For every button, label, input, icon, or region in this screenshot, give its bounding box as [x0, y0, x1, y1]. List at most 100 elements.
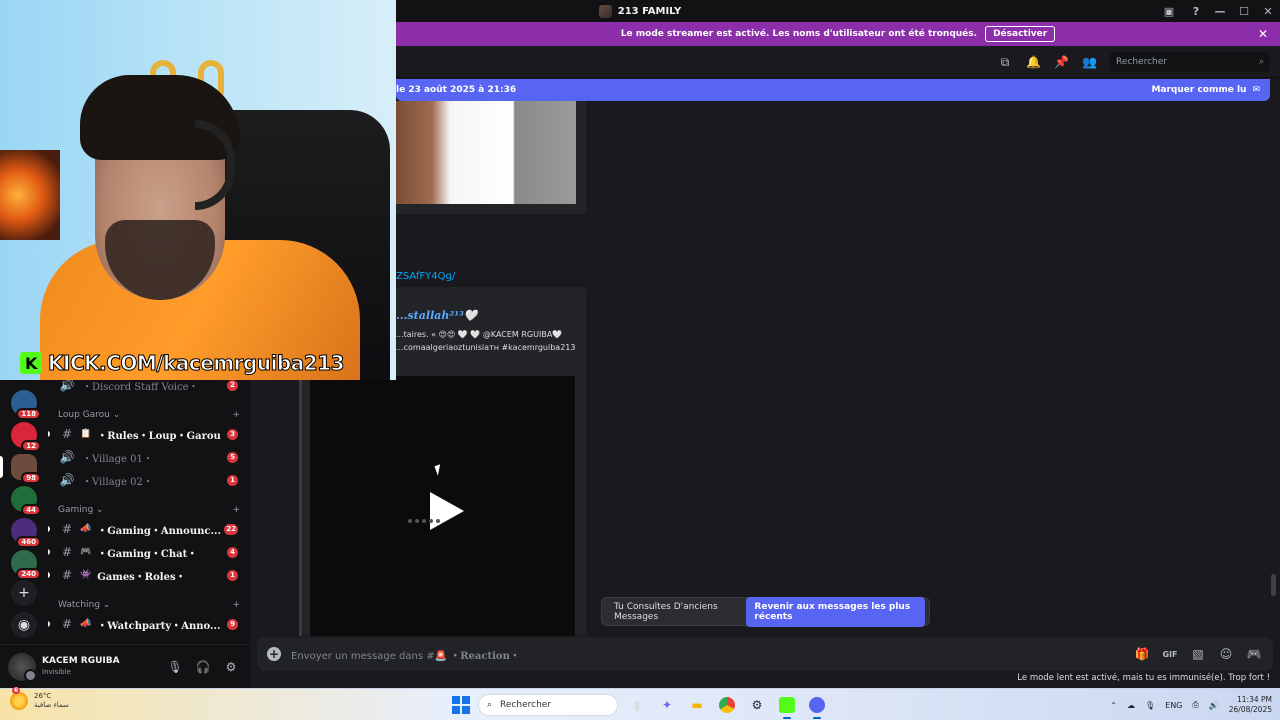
text-channel-icon: # [61, 427, 73, 441]
channel-count: 4 [227, 546, 238, 558]
message-input[interactable]: Envoyer un message dans #🚨 ・Reaction・ [291, 647, 1123, 662]
server-icon-2[interactable]: 12 [11, 422, 41, 452]
close-window-button[interactable]: ✕ [1256, 5, 1280, 18]
weather-widget[interactable]: 6 26°C سماء صافية [10, 687, 69, 710]
activities-icon[interactable]: 🎮 [1245, 647, 1263, 661]
channel-gaming-announcements[interactable]: # 📣 ・Gaming・Announc... 22 [48, 519, 250, 539]
chat-scrollbar[interactable] [1271, 574, 1276, 596]
pinned-messages-icon[interactable]: 📌 [1054, 55, 1069, 69]
category-loup-garou[interactable]: Loup Garou ⌄ + [58, 410, 248, 420]
add-channel-icon[interactable]: + [232, 600, 240, 610]
channel-games-roles[interactable]: # 👾 Games・Roles・ 1 [48, 565, 250, 585]
discord-app-icon[interactable] [806, 694, 828, 719]
attached-image[interactable] [396, 101, 576, 204]
user-info[interactable]: KACEM RGUIBA Invisible [42, 656, 158, 678]
notification-bell-icon[interactable]: 🔔 [1026, 55, 1041, 69]
category-watching[interactable]: Watching ⌄ + [58, 600, 248, 610]
old-messages-text: Tu Consultes D'anciens Messages [614, 601, 718, 622]
server-icon-4[interactable]: 44 [11, 486, 41, 516]
search-input[interactable]: Rechercher ⌕ [1110, 51, 1270, 72]
server-icon-6[interactable]: 240 [11, 550, 41, 580]
chevron-up-icon[interactable]: ⌃ [1110, 701, 1117, 710]
embed-author[interactable]: ...stallah²¹³🤍 [396, 309, 478, 322]
category-gaming[interactable]: Gaming ⌄ + [58, 505, 248, 515]
gift-icon[interactable]: 🎁 [1133, 647, 1151, 661]
channel-name: ・Gaming・Chat・ [97, 548, 198, 560]
sticker-icon[interactable]: ▧ [1189, 647, 1207, 661]
channel-count: 5 [227, 451, 238, 463]
channel-rules-loup-garou[interactable]: # 📋 ・Rules・Loup・Garou 3 [48, 424, 250, 444]
server-icon-1[interactable]: 118 [11, 390, 41, 420]
channel-name: Games・Roles・ [97, 571, 186, 583]
steam-icon[interactable]: ⚙ [746, 694, 768, 716]
taskbar-search-input[interactable]: ⌕ Rechercher [478, 694, 618, 716]
threads-icon[interactable]: ⧉ [998, 55, 1012, 69]
avatar[interactable] [8, 652, 37, 682]
minimize-button[interactable]: — [1208, 5, 1232, 18]
channel-watchparty-announcements[interactable]: # 📣 ・Watchparty・Anno... 9 [48, 614, 250, 634]
channel-village-01[interactable]: 🔊 ・Village 01・ 5 [48, 447, 250, 467]
category-label: Gaming ⌄ [58, 505, 104, 515]
windows-start-icon[interactable] [452, 696, 470, 714]
category-name: Watching [58, 600, 100, 610]
system-tray: ⌃ ☁ 🎙 ENG ⎙ 🔊 11:34 PM 26/08/2025 [1110, 693, 1272, 717]
jump-to-present-button[interactable]: Revenir aux messages les plus récents [746, 596, 925, 627]
network-icon[interactable]: ⎙ [1192, 700, 1198, 710]
add-channel-icon[interactable]: + [232, 505, 240, 515]
mark-read-icon: ✉ [1252, 85, 1260, 95]
old-messages-notice: Tu Consultes D'anciens Messages Revenir … [601, 596, 930, 627]
microphone-icon[interactable]: 🎙 [164, 660, 186, 674]
channel-village-02[interactable]: 🔊 ・Village 02・ 1 [48, 470, 250, 490]
onedrive-icon[interactable]: ☁ [1127, 701, 1135, 710]
play-button[interactable] [424, 488, 468, 532]
disable-streamer-button[interactable]: Désactiver [985, 26, 1056, 42]
chrome-icon[interactable] [716, 694, 738, 716]
server-badge: 44 [21, 504, 41, 516]
new-messages-bar[interactable]: le 23 août 2025 à 21:36 Marquer comme lu… [396, 79, 1270, 101]
member-list-icon[interactable]: 👥 [1082, 55, 1097, 69]
add-server-button[interactable]: + [11, 580, 37, 606]
attach-plus-icon[interactable]: + [267, 647, 281, 661]
gif-icon[interactable]: GIF [1161, 650, 1179, 659]
text-channel-icon: # [61, 617, 73, 631]
text-channel-icon: # [61, 568, 73, 582]
headphones-icon[interactable]: 🎧 [192, 660, 214, 674]
taskbar-search-placeholder: Rechercher [500, 700, 552, 710]
inbox-icon[interactable]: ▣ [1154, 5, 1184, 18]
file-explorer-icon[interactable]: ▬ [686, 694, 708, 716]
channel-gaming-chat[interactable]: # 🎮 ・Gaming・Chat・ 4 [48, 542, 250, 562]
message-composer[interactable]: + Envoyer un message dans #🚨 ・Reaction・ … [257, 637, 1273, 671]
server-icon-5[interactable]: 460 [11, 518, 41, 548]
channel-emoji: 📋 [80, 429, 92, 439]
language-indicator[interactable]: ENG [1165, 701, 1182, 710]
sun-icon: 6 [10, 687, 28, 710]
window-controls: ▣ ? — ☐ ✕ [1154, 0, 1280, 22]
composer-placeholder: Envoyer un message dans # [291, 650, 435, 662]
add-channel-icon[interactable]: + [232, 410, 240, 420]
microphone-tray-icon[interactable]: 🎙 [1145, 701, 1155, 710]
unread-indicator [48, 526, 50, 532]
maximize-button[interactable]: ☐ [1232, 5, 1256, 18]
server-icon [598, 4, 612, 18]
task-view-icon[interactable]: ▮ [626, 694, 648, 716]
user-status: Invisible [42, 667, 71, 676]
slowmode-notice: Le mode lent est activé, mais tu es immu… [1017, 673, 1270, 683]
mark-as-read-button[interactable]: Marquer comme lu ✉ [1151, 85, 1260, 95]
message-link[interactable]: ZSAfFY4Qg/ [396, 271, 455, 282]
text-channel-icon: # [61, 522, 73, 536]
clock[interactable]: 11:34 PM 26/08/2025 [1229, 695, 1272, 715]
streamer-banner-text: Le mode streamer est activé. Les noms d'… [620, 29, 978, 39]
volume-icon[interactable]: 🔊 [1209, 701, 1219, 710]
help-icon[interactable]: ? [1184, 5, 1208, 18]
emoji-icon[interactable]: ☺ [1217, 647, 1235, 661]
server-icon-3[interactable]: 98 [11, 454, 41, 484]
kick-app-icon[interactable] [776, 694, 798, 719]
channel-name: ・Village 01・ [82, 453, 153, 465]
channel-discord-staff-voice[interactable]: 🔊 ・Discord Staff Voice・ 2 [48, 380, 250, 395]
channel-name: ・Rules・Loup・Garou [97, 430, 221, 442]
weather-description: سماء صافية [34, 701, 69, 709]
discover-icon[interactable]: ◉ [11, 612, 37, 638]
copilot-icon[interactable]: ✦ [656, 694, 678, 716]
settings-gear-icon[interactable]: ⚙ [220, 660, 242, 674]
close-banner-icon[interactable]: ✕ [1258, 27, 1268, 41]
